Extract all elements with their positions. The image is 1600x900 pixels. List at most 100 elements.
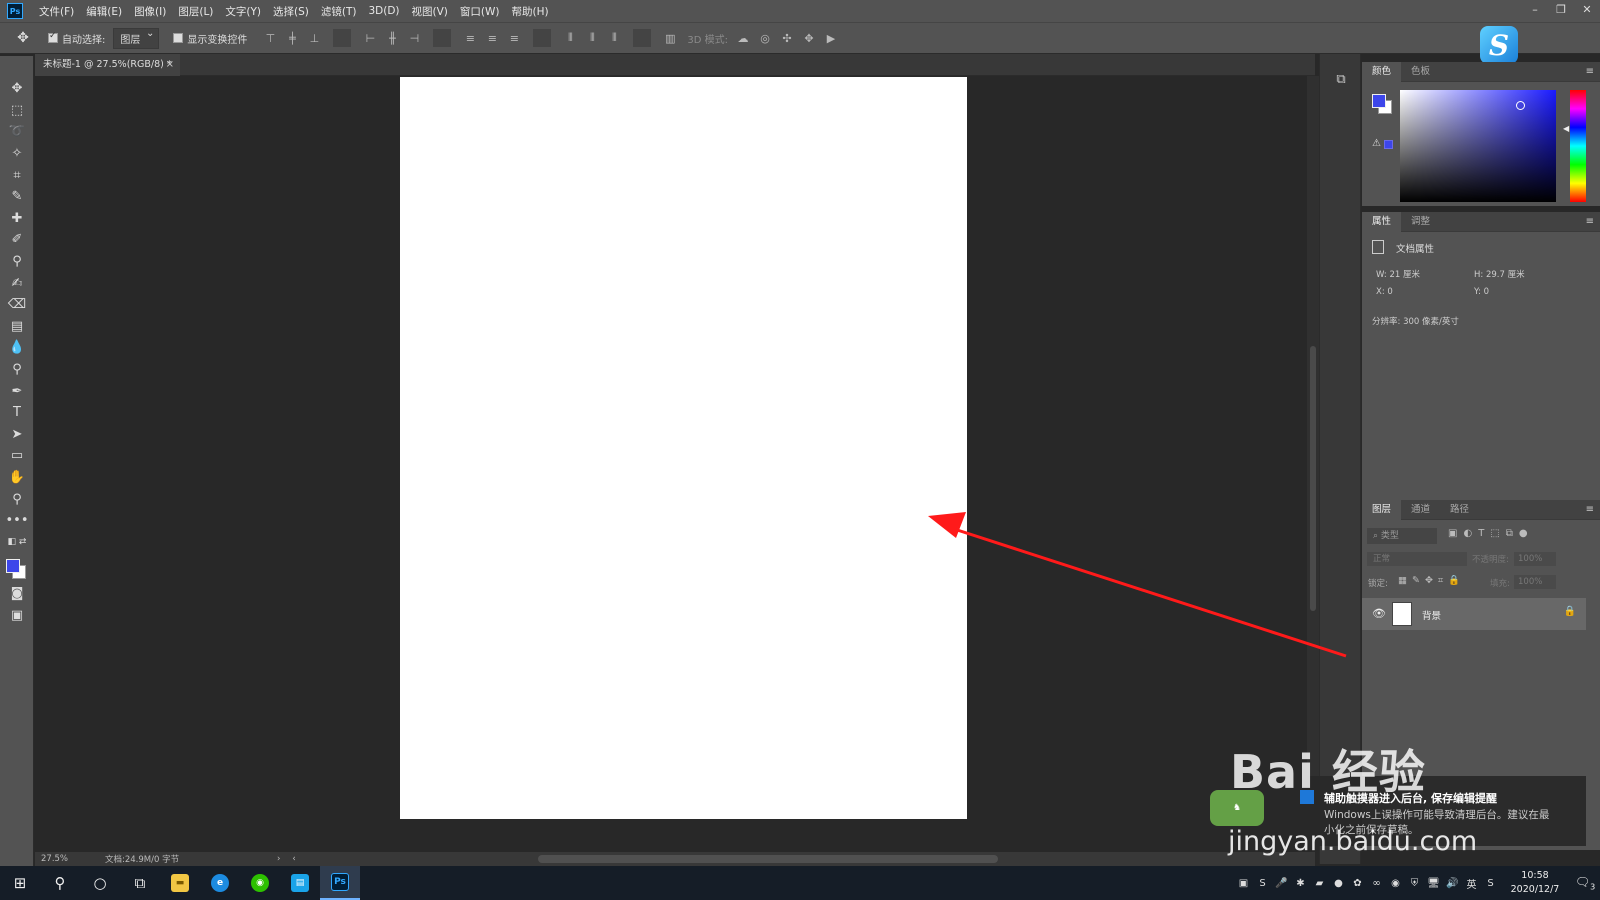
clone-stamp-tool-icon[interactable]: ⚲: [0, 251, 34, 273]
menu-view[interactable]: 视图(V): [406, 4, 454, 19]
3d-camera-icon[interactable]: ▶: [822, 29, 840, 47]
doc-x[interactable]: X: 0: [1376, 287, 1393, 297]
hand-tool-icon[interactable]: ✋: [0, 467, 34, 489]
vertical-scroll-thumb[interactable]: [1310, 346, 1316, 611]
filter-toggle-icon[interactable]: ●: [1519, 528, 1528, 539]
menu-image[interactable]: 图像(I): [128, 4, 172, 19]
ime-indicator[interactable]: 英: [1462, 876, 1481, 891]
history-brush-tool-icon[interactable]: ✍: [0, 272, 34, 294]
3d-slide-icon[interactable]: ✥: [800, 29, 818, 47]
tray-app-icon[interactable]: ▣: [1234, 878, 1253, 889]
gradient-tool-icon[interactable]: ▤: [0, 316, 34, 338]
distribute-right-icon[interactable]: ⦀: [605, 29, 623, 47]
tab-swatches[interactable]: 色板: [1401, 62, 1440, 82]
history-panel-icon[interactable]: ⧉: [1332, 72, 1350, 90]
align-vcenter-icon[interactable]: ╪: [283, 29, 301, 47]
tab-paths[interactable]: 路径: [1440, 500, 1479, 520]
lock-all-icon[interactable]: 🔒: [1448, 575, 1460, 586]
auto-select-checkbox[interactable]: [48, 31, 58, 43]
opacity-input[interactable]: 100%: [1514, 552, 1556, 566]
menu-type[interactable]: 文字(Y): [219, 4, 267, 19]
visibility-eye-icon[interactable]: 👁: [1372, 607, 1386, 620]
action-center-icon[interactable]: 🗨3: [1570, 875, 1600, 891]
photoshop-taskbar-icon[interactable]: Ps: [320, 866, 360, 900]
cortana-icon[interactable]: ○: [80, 866, 120, 900]
distribute-hcenter-icon[interactable]: ⦀: [583, 29, 601, 47]
layer-row[interactable]: 👁 背景 🔒: [1362, 598, 1586, 630]
restore-button[interactable]: ❐: [1548, 0, 1574, 22]
filter-shape-icon[interactable]: ⬚: [1490, 528, 1499, 539]
eraser-tool-icon[interactable]: ⌫: [0, 294, 34, 316]
zoom-level[interactable]: 27.5%: [35, 854, 75, 864]
gamut-color-swatch[interactable]: [1384, 140, 1393, 149]
layer-lock-icon[interactable]: 🔒: [1564, 606, 1576, 617]
document-canvas[interactable]: [400, 77, 967, 819]
file-explorer-icon[interactable]: ▬: [160, 866, 200, 900]
photoshop-logo[interactable]: Ps: [7, 3, 23, 19]
tray-shield-icon[interactable]: ⛨: [1405, 878, 1424, 889]
show-transform-checkbox[interactable]: [173, 33, 184, 43]
type-tool-icon[interactable]: T: [0, 402, 34, 424]
blend-mode-dropdown[interactable]: 正常: [1367, 552, 1467, 566]
filter-smart-object-icon[interactable]: ⧉: [1506, 528, 1513, 539]
auto-select-target-dropdown[interactable]: 图层: [113, 27, 160, 49]
tray-wechat-icon[interactable]: ◉: [1386, 878, 1405, 889]
lock-transparent-icon[interactable]: ▦: [1398, 575, 1407, 586]
lock-image-icon[interactable]: ✎: [1412, 575, 1420, 586]
tab-adjustments[interactable]: 调整: [1401, 212, 1440, 232]
store-app-icon[interactable]: ▤: [280, 866, 320, 900]
tray-app-icon[interactable]: ✿: [1348, 878, 1367, 889]
tray-nvidia-icon[interactable]: ▰: [1310, 878, 1329, 889]
layer-name[interactable]: 背景: [1422, 608, 1441, 622]
menu-file[interactable]: 文件(F): [33, 4, 80, 19]
search-icon[interactable]: ⚲: [40, 866, 80, 900]
volume-icon[interactable]: 🔊: [1443, 878, 1462, 889]
crop-tool-icon[interactable]: ⌗: [0, 164, 34, 186]
menu-select[interactable]: 选择(S): [267, 4, 315, 19]
zoom-tool-icon[interactable]: ⚲: [0, 488, 34, 510]
3d-orbit-icon[interactable]: ☁: [734, 29, 752, 47]
panel-menu-icon[interactable]: ≡: [1586, 500, 1594, 520]
hue-slider-arrow-icon[interactable]: ◀: [1563, 124, 1569, 133]
scroll-left-icon[interactable]: ‹: [292, 854, 295, 864]
pen-tool-icon[interactable]: ✒: [0, 380, 34, 402]
blur-tool-icon[interactable]: 💧: [0, 337, 34, 359]
doc-height[interactable]: H: 29.7 厘米: [1474, 268, 1525, 280]
tray-sogou-s-icon[interactable]: S: [1481, 878, 1500, 889]
align-hcenter-icon[interactable]: ╫: [383, 29, 401, 47]
sogou-s-logo-icon[interactable]: S: [1480, 26, 1518, 64]
windows-start-icon[interactable]: ⊞: [0, 866, 40, 900]
menu-edit[interactable]: 编辑(E): [80, 4, 128, 19]
foreground-color-swatch[interactable]: [6, 559, 20, 574]
lock-artboard-icon[interactable]: ⌗: [1438, 575, 1443, 586]
layer-thumbnail[interactable]: [1392, 602, 1412, 626]
filter-type-icon[interactable]: T: [1478, 528, 1484, 539]
distribute-bottom-icon[interactable]: ≡: [505, 29, 523, 47]
screen-mode-icon[interactable]: ▣: [0, 605, 34, 627]
hue-slider[interactable]: [1570, 90, 1586, 202]
color-picker-cursor[interactable]: [1516, 101, 1525, 110]
eyedropper-tool-icon[interactable]: ✎: [0, 186, 34, 208]
align-right-icon[interactable]: ⊣: [405, 29, 423, 47]
fill-input[interactable]: 100%: [1514, 575, 1556, 589]
tab-color[interactable]: 颜色: [1362, 61, 1402, 82]
more-tools-icon[interactable]: •••: [0, 510, 34, 532]
tab-channels[interactable]: 通道: [1401, 500, 1440, 520]
move-tool-preset-icon[interactable]: ✥: [8, 30, 38, 46]
tray-mic-icon[interactable]: 🎤: [1272, 878, 1291, 889]
panel-menu-icon[interactable]: ≡: [1586, 62, 1594, 82]
panel-menu-icon[interactable]: ≡: [1586, 212, 1594, 232]
menu-layer[interactable]: 图层(L): [172, 4, 219, 19]
distribute-vcenter-icon[interactable]: ≡: [483, 29, 501, 47]
3d-roll-icon[interactable]: ◎: [756, 29, 774, 47]
menu-3d[interactable]: 3D(D): [362, 5, 405, 17]
tab-layers[interactable]: 图层: [1362, 499, 1402, 520]
menu-window[interactable]: 窗口(W): [454, 4, 506, 19]
wechat-icon[interactable]: ◉: [240, 866, 280, 900]
tray-app-icon[interactable]: ✱: [1291, 878, 1310, 889]
tray-sogou-icon[interactable]: S: [1253, 878, 1272, 889]
lasso-tool-icon[interactable]: ➰: [0, 121, 34, 143]
quick-mask-icon[interactable]: ◙: [0, 583, 34, 605]
close-tab-icon[interactable]: ×: [166, 54, 174, 76]
doc-y[interactable]: Y: 0: [1474, 287, 1489, 297]
